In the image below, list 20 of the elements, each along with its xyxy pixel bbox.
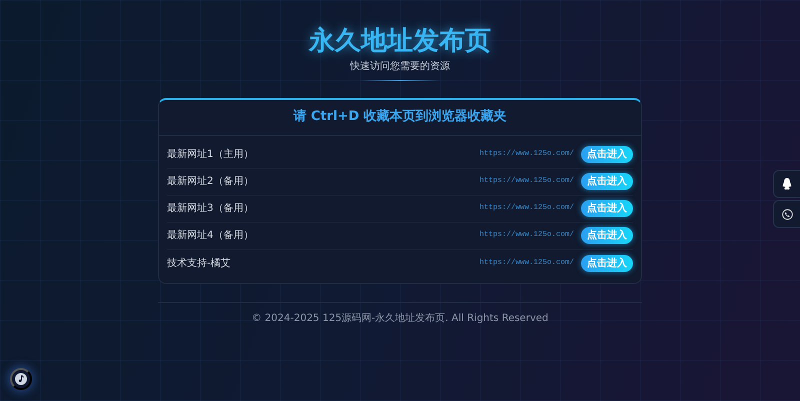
chat-button[interactable] — [773, 170, 800, 198]
music-button[interactable] — [10, 368, 32, 390]
music-note-icon — [15, 373, 27, 385]
site-label: 最新网址1（主用） — [167, 148, 254, 162]
card-title: 请 Ctrl+D 收藏本页到浏览器收藏夹 — [159, 100, 641, 136]
phone-button[interactable] — [773, 200, 800, 228]
penguin-icon — [782, 178, 792, 190]
enter-button[interactable]: 点击进入 — [581, 254, 633, 272]
enter-button[interactable]: 点击进入 — [581, 173, 633, 190]
page-title: 永久地址发布页 — [308, 26, 492, 58]
site-label: 最新网址3（备用） — [167, 202, 254, 216]
enter-button[interactable]: 点击进入 — [581, 200, 633, 218]
enter-button[interactable]: 点击进入 — [581, 227, 633, 244]
page-subtitle: 快速访问您需要的资源 — [348, 60, 451, 74]
footer-text: © 2024-2025 125源码网-永久地址发布页. All Rights Reserved — [158, 302, 642, 326]
enter-button[interactable]: 点击进入 — [581, 146, 633, 164]
site-label: 最新网址4（备用） — [167, 228, 254, 244]
phone-icon — [782, 208, 792, 220]
site-label: 最新网址2（备用） — [167, 174, 254, 190]
site-label: 技术支持-橘艾 — [167, 256, 231, 271]
